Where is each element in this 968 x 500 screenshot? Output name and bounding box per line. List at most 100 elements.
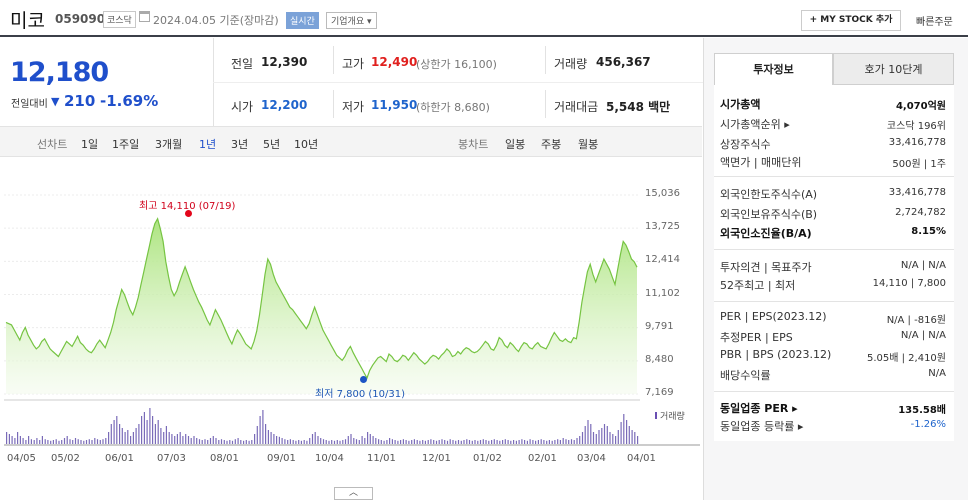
- volume-bar: [287, 440, 289, 444]
- volume-bar: [226, 440, 228, 444]
- volume-bar: [358, 440, 360, 444]
- invest-row-label: PER | EPS(2023.12): [720, 310, 827, 323]
- volume-bar: [355, 439, 358, 444]
- volume-bar: [108, 432, 110, 444]
- volume-bar: [22, 438, 24, 444]
- invest-row-label: 배당수익률: [720, 369, 771, 382]
- volume-bar: [157, 420, 159, 444]
- volume-bar: [121, 428, 123, 444]
- volume-bar: [176, 434, 178, 444]
- x-tick-label: 11/01: [367, 453, 396, 464]
- amount-label: 거래대금: [554, 100, 599, 114]
- volume-bar: [590, 424, 592, 444]
- volume-bar: [369, 434, 371, 444]
- company-overview-dropdown[interactable]: 기업개요 ▾: [326, 12, 377, 29]
- volume-bar: [284, 439, 286, 444]
- volume-bar: [424, 440, 426, 444]
- collapse-chart-button[interactable]: ︿: [334, 487, 373, 500]
- prev-close-value: 12,390: [261, 55, 308, 69]
- period-1d[interactable]: 1일: [81, 136, 98, 152]
- volume-bar: [333, 440, 336, 444]
- invest-row-label: 52주최고 | 최저: [720, 279, 796, 292]
- volume-bar: [262, 410, 264, 444]
- volume-label: 거래량: [554, 57, 588, 71]
- volume-bar: [77, 439, 79, 444]
- volume-bar: [85, 440, 88, 444]
- volume-bar: [488, 440, 490, 444]
- volume-bar: [557, 439, 559, 444]
- volume-bar: [193, 436, 195, 444]
- volume-bar: [116, 416, 118, 444]
- volume-bar: [350, 434, 352, 444]
- volume-bar: [378, 439, 380, 444]
- volume-bar: [336, 440, 338, 444]
- current-price: 12,180: [10, 57, 109, 88]
- candle-monthly[interactable]: 월봉: [578, 136, 598, 152]
- candle-daily[interactable]: 일봉: [505, 136, 525, 152]
- invest-row-label[interactable]: 시가총액순위 ▸: [720, 116, 790, 132]
- volume-bar: [141, 416, 143, 444]
- volume-bar: [518, 440, 520, 444]
- volume-bar: [347, 436, 349, 444]
- invest-row-label[interactable]: 동일업종 PER ▸: [720, 400, 798, 416]
- volume-bar: [463, 440, 465, 444]
- volume-bar: [325, 440, 327, 444]
- volume-bar: [344, 439, 347, 444]
- volume-bar: [273, 434, 275, 444]
- volume-bar: [626, 420, 628, 444]
- price-chart[interactable]: [0, 160, 702, 460]
- quick-order-button[interactable]: 빠른주문: [916, 13, 953, 28]
- volume-bar: [94, 438, 96, 444]
- volume-bar: [466, 439, 468, 444]
- volume-bar: [251, 440, 253, 444]
- volume-bar: [435, 440, 438, 444]
- volume-bar: [201, 440, 203, 444]
- y-tick-label: 11,102: [645, 287, 680, 299]
- period-3m[interactable]: 3개월: [155, 136, 182, 152]
- invest-row-value: 33,416,778: [888, 187, 946, 198]
- x-tick-label: 03/04: [577, 453, 606, 464]
- volume-bar: [154, 424, 156, 444]
- invest-row-value: 500원 | 1주: [892, 159, 946, 170]
- volume-bar: [361, 436, 363, 444]
- volume-bar: [405, 440, 407, 444]
- my-stock-add-button[interactable]: + MY STOCK 추가: [801, 10, 901, 31]
- volume-bar: [631, 430, 633, 444]
- volume-bar: [41, 436, 43, 444]
- candle-weekly[interactable]: 주봉: [541, 136, 561, 152]
- volume-bar: [383, 440, 385, 444]
- period-1w[interactable]: 1주일: [112, 136, 139, 152]
- period-5y[interactable]: 5년: [263, 136, 280, 152]
- volume-bar: [603, 424, 606, 444]
- volume-bar: [179, 432, 181, 444]
- volume-bar: [152, 416, 154, 444]
- volume-bar: [320, 438, 322, 444]
- line-chart-label: 선차트: [37, 138, 68, 151]
- period-3y[interactable]: 3년: [231, 136, 248, 152]
- period-10y[interactable]: 10년: [294, 136, 318, 152]
- realtime-badge[interactable]: 실시간: [286, 12, 319, 29]
- volume-bar: [303, 440, 305, 444]
- x-tick-label: 10/04: [315, 453, 344, 464]
- volume-bar: [207, 440, 209, 444]
- volume-bar: [623, 414, 625, 444]
- tab-invest-info[interactable]: 투자정보: [714, 53, 833, 85]
- y-tick-label: 9,791: [645, 320, 674, 332]
- invest-row-label: PBR | BPS (2023.12): [720, 348, 832, 361]
- volume-bar: [240, 440, 242, 444]
- volume-bar: [91, 440, 93, 444]
- volume-bar: [36, 438, 38, 444]
- volume-bar: [455, 440, 457, 444]
- volume-bar: [515, 440, 517, 444]
- invest-row-label[interactable]: 동일업종 등락률 ▸: [720, 418, 803, 434]
- volume-bar: [171, 434, 173, 444]
- period-1y[interactable]: 1년: [199, 136, 216, 152]
- tab-hoga-10[interactable]: 호가 10단계: [833, 53, 954, 85]
- volume-bar: [474, 440, 476, 444]
- open-value: 12,200: [261, 98, 308, 112]
- prev-close-label: 전일: [231, 57, 254, 71]
- volume-bar: [581, 432, 584, 444]
- volume-bar: [30, 439, 32, 444]
- volume-bar: [628, 426, 630, 444]
- volume-bar: [430, 439, 432, 444]
